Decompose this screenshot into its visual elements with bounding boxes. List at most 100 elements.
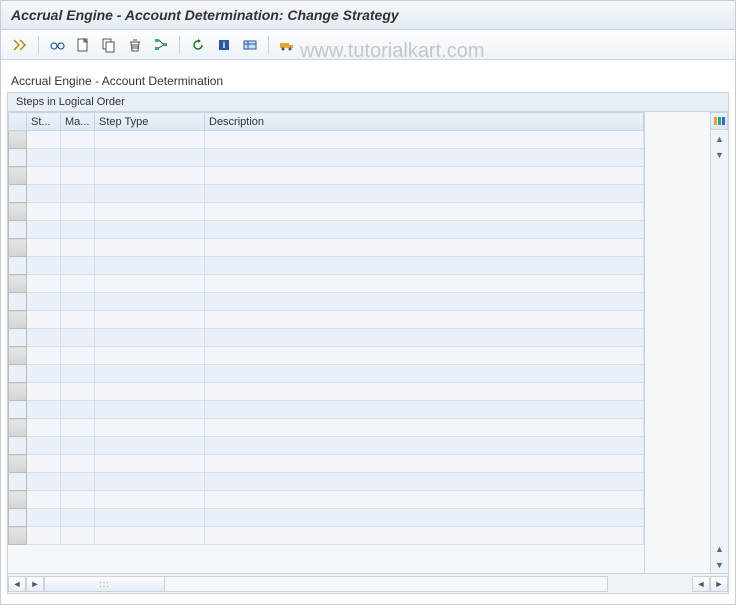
cell-manual[interactable] (61, 203, 95, 221)
table-row[interactable] (9, 185, 644, 203)
row-selector[interactable] (9, 365, 27, 383)
cell-manual[interactable] (61, 185, 95, 203)
cell-step-type[interactable] (95, 347, 205, 365)
cell-manual[interactable] (61, 329, 95, 347)
scroll-left-icon[interactable]: ◄ (8, 576, 26, 592)
cell-step-type[interactable] (95, 491, 205, 509)
cell-manual[interactable] (61, 491, 95, 509)
cell-manual[interactable] (61, 455, 95, 473)
cell-description[interactable] (205, 257, 644, 275)
row-selector[interactable] (9, 383, 27, 401)
cell-description[interactable] (205, 401, 644, 419)
cell-step-type[interactable] (95, 383, 205, 401)
row-selector[interactable] (9, 149, 27, 167)
row-selector[interactable] (9, 221, 27, 239)
scroll-up-icon[interactable]: ▲ (712, 131, 728, 147)
cell-manual[interactable] (61, 509, 95, 527)
cell-manual[interactable] (61, 293, 95, 311)
column-description[interactable]: Description (205, 113, 644, 131)
table-row[interactable] (9, 221, 644, 239)
row-selector[interactable] (9, 509, 27, 527)
scroll-up2-icon[interactable]: ▲ (712, 541, 728, 557)
steps-grid[interactable]: St... Ma... Step Type Description (8, 112, 644, 573)
row-selector[interactable] (9, 455, 27, 473)
info-icon[interactable]: i (213, 34, 235, 56)
cell-description[interactable] (205, 419, 644, 437)
cell-description[interactable] (205, 185, 644, 203)
table-row[interactable] (9, 329, 644, 347)
row-selector[interactable] (9, 473, 27, 491)
cell-step-type[interactable] (95, 167, 205, 185)
row-selector[interactable] (9, 131, 27, 149)
table-row[interactable] (9, 383, 644, 401)
cell-step-type[interactable] (95, 275, 205, 293)
cell-step-type[interactable] (95, 293, 205, 311)
toggle-icon[interactable] (9, 34, 31, 56)
row-selector[interactable] (9, 275, 27, 293)
row-selector[interactable] (9, 419, 27, 437)
cell-manual[interactable] (61, 437, 95, 455)
cell-step[interactable] (27, 527, 61, 545)
cell-step-type[interactable] (95, 401, 205, 419)
cell-manual[interactable] (61, 419, 95, 437)
cell-step[interactable] (27, 293, 61, 311)
cell-manual[interactable] (61, 527, 95, 545)
hscroll-thumb[interactable]: ::: (45, 577, 165, 591)
cell-step-type[interactable] (95, 473, 205, 491)
cell-description[interactable] (205, 329, 644, 347)
cell-manual[interactable] (61, 275, 95, 293)
cell-step[interactable] (27, 185, 61, 203)
scroll-down-icon[interactable]: ▼ (712, 147, 728, 163)
cell-description[interactable] (205, 311, 644, 329)
cell-step-type[interactable] (95, 365, 205, 383)
tree-icon[interactable] (150, 34, 172, 56)
cell-description[interactable] (205, 221, 644, 239)
cell-step-type[interactable] (95, 221, 205, 239)
cell-step[interactable] (27, 167, 61, 185)
cell-step-type[interactable] (95, 131, 205, 149)
table-row[interactable] (9, 131, 644, 149)
cell-step[interactable] (27, 149, 61, 167)
cell-step[interactable] (27, 329, 61, 347)
vertical-scrollbar[interactable]: ▲ ▼ ▲ ▼ (710, 131, 728, 573)
cell-manual[interactable] (61, 167, 95, 185)
cell-step-type[interactable] (95, 419, 205, 437)
cell-manual[interactable] (61, 239, 95, 257)
cell-description[interactable] (205, 509, 644, 527)
cell-manual[interactable] (61, 257, 95, 275)
cell-step[interactable] (27, 455, 61, 473)
cell-description[interactable] (205, 239, 644, 257)
scroll-right2-icon[interactable]: ► (710, 576, 728, 592)
cell-step-type[interactable] (95, 527, 205, 545)
cell-step[interactable] (27, 509, 61, 527)
cell-description[interactable] (205, 131, 644, 149)
table-row[interactable] (9, 239, 644, 257)
glasses-icon[interactable] (46, 34, 68, 56)
cell-step-type[interactable] (95, 509, 205, 527)
scroll-right-icon[interactable]: ► (26, 576, 44, 592)
table-row[interactable] (9, 257, 644, 275)
row-selector[interactable] (9, 239, 27, 257)
row-selector[interactable] (9, 167, 27, 185)
cell-step[interactable] (27, 437, 61, 455)
cell-manual[interactable] (61, 473, 95, 491)
cell-step-type[interactable] (95, 203, 205, 221)
cell-step[interactable] (27, 275, 61, 293)
configure-columns-icon[interactable] (710, 112, 728, 130)
cell-manual[interactable] (61, 131, 95, 149)
column-manual[interactable]: Ma... (61, 113, 95, 131)
cell-description[interactable] (205, 365, 644, 383)
new-icon[interactable] (72, 34, 94, 56)
cell-step-type[interactable] (95, 455, 205, 473)
row-selector[interactable] (9, 329, 27, 347)
cell-step-type[interactable] (95, 329, 205, 347)
cell-step[interactable] (27, 401, 61, 419)
column-step-type[interactable]: Step Type (95, 113, 205, 131)
table-row[interactable] (9, 527, 644, 545)
row-selector[interactable] (9, 257, 27, 275)
cell-manual[interactable] (61, 383, 95, 401)
scroll-left2-icon[interactable]: ◄ (692, 576, 710, 592)
cell-step[interactable] (27, 239, 61, 257)
row-selector[interactable] (9, 293, 27, 311)
cell-step[interactable] (27, 221, 61, 239)
